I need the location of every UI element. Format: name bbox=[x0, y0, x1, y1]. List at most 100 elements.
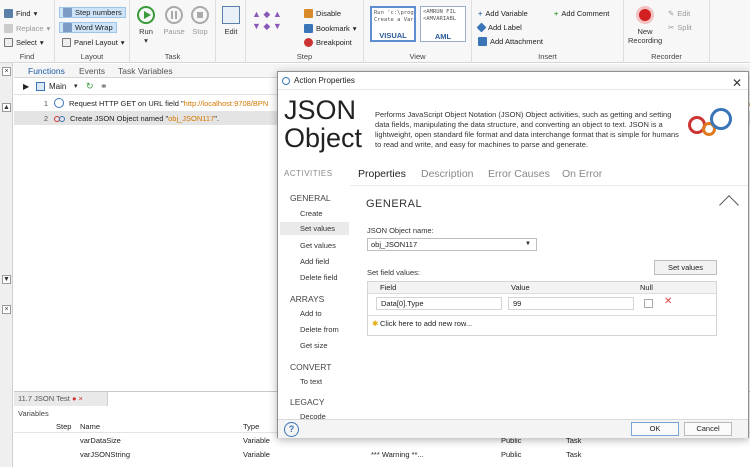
nav-delete-field[interactable]: Delete field bbox=[300, 273, 338, 282]
add-variable-button[interactable]: + Add Variable bbox=[478, 9, 528, 18]
split-button[interactable]: ✂ Split bbox=[668, 23, 692, 32]
task-group: Run ▾ Pause Stop Task bbox=[130, 0, 216, 63]
set-values-button[interactable]: Set values bbox=[654, 260, 717, 275]
tab-on-error[interactable]: On Error bbox=[562, 168, 602, 180]
new-recording-button[interactable]: New Recording bbox=[628, 6, 662, 45]
add-attachment-button[interactable]: Add Attachment bbox=[478, 37, 543, 46]
edit-pencil-icon bbox=[222, 6, 240, 24]
step-text: Request HTTP GET on URL field "http://lo… bbox=[69, 98, 269, 108]
activities-label: ACTIVITIES bbox=[284, 169, 333, 178]
find-button[interactable]: Find ▾ bbox=[4, 9, 37, 18]
column-value[interactable]: Value bbox=[511, 283, 530, 292]
var-type: Variable bbox=[243, 450, 270, 459]
help-icon[interactable]: ? bbox=[284, 422, 299, 437]
select-icon bbox=[4, 38, 13, 47]
tab-functions[interactable]: Functions bbox=[28, 66, 65, 76]
link-icon[interactable]: ⚭ bbox=[100, 81, 108, 92]
globe-icon bbox=[54, 98, 64, 108]
collapse-panel-icon[interactable]: × bbox=[2, 67, 11, 76]
panel-layout-button[interactable]: Panel Layout ▾ bbox=[62, 38, 125, 47]
column-null[interactable]: Null bbox=[640, 283, 653, 292]
bookmark-button[interactable]: Bookmark ▾ bbox=[304, 24, 357, 33]
visual-preview-text: Run 'c:\progr Create a Varia bbox=[374, 10, 416, 23]
insert-group: + Add Variable + Add Comment Add Label A… bbox=[472, 0, 624, 63]
nav-decode[interactable]: Decode bbox=[300, 412, 326, 419]
var-owner: Task bbox=[566, 450, 582, 459]
cancel-button[interactable]: Cancel bbox=[684, 422, 732, 436]
split-icon: ✂ bbox=[668, 23, 675, 32]
disable-icon bbox=[304, 9, 313, 18]
column-step[interactable]: Step bbox=[56, 422, 71, 431]
tag-icon bbox=[476, 22, 487, 33]
refresh-icon[interactable]: ↻ bbox=[86, 81, 94, 92]
visual-view-button[interactable]: Run 'c:\progr Create a Varia VISUAL bbox=[370, 6, 416, 42]
nav-set-values[interactable]: Set values bbox=[280, 222, 349, 235]
activities-nav: GENERAL Create Set values Get values Add… bbox=[278, 184, 349, 420]
column-type[interactable]: Type bbox=[243, 422, 259, 431]
pause-button[interactable]: Pause bbox=[160, 6, 188, 36]
tab-events[interactable]: Events bbox=[79, 66, 105, 76]
object-name-label: JSON Object name: bbox=[367, 226, 434, 235]
tab-description[interactable]: Description bbox=[421, 168, 474, 180]
json-object-icon bbox=[54, 115, 65, 122]
nav-create[interactable]: Create bbox=[300, 209, 323, 218]
task-tab[interactable]: 11.7 JSON Test ● × bbox=[14, 392, 108, 406]
nav-add-to[interactable]: Add to bbox=[300, 309, 322, 318]
step-text: Create JSON Object named "obj_JSON117". bbox=[70, 113, 220, 123]
tab-error-causes[interactable]: Error Causes bbox=[488, 168, 550, 180]
aml-label: AML bbox=[434, 31, 452, 41]
run-button[interactable]: Run ▾ bbox=[132, 6, 160, 45]
main-dropdown-icon[interactable]: ▾ bbox=[74, 82, 78, 90]
field-input[interactable]: Data[0].Type bbox=[376, 297, 502, 310]
layout-group-label: Layout bbox=[80, 52, 104, 61]
close-icon[interactable]: ✕ bbox=[732, 74, 742, 92]
step-numbers-toggle[interactable]: Step numbers bbox=[59, 7, 126, 18]
task-group-label: Task bbox=[164, 52, 181, 61]
delete-row-icon[interactable]: ✕ bbox=[664, 296, 672, 307]
word-wrap-toggle[interactable]: Word Wrap bbox=[59, 22, 117, 33]
action-heading: JSON Object bbox=[284, 95, 363, 153]
nav-add-field[interactable]: Add field bbox=[300, 257, 329, 266]
tab-properties[interactable]: Properties bbox=[358, 168, 406, 180]
stop-icon bbox=[191, 6, 209, 24]
var-name: varJSONString bbox=[80, 450, 131, 459]
add-row-prompt[interactable]: ✱ Click here to add new row... bbox=[368, 315, 716, 330]
replace-button[interactable]: Replace ▾ bbox=[4, 24, 50, 33]
collapse-chevron-icon[interactable] bbox=[719, 195, 739, 215]
edit-button[interactable]: Edit bbox=[217, 6, 245, 36]
nav-get-values[interactable]: Get values bbox=[300, 241, 336, 250]
recorder-edit-button[interactable]: ✎ Edit bbox=[668, 9, 690, 18]
aml-view-button[interactable]: <AMRUN FIL <AMVARIABL AML bbox=[420, 6, 466, 42]
scroll-down-icon[interactable]: ▼ bbox=[2, 275, 11, 284]
breakpoint-button[interactable]: Breakpoint bbox=[304, 38, 352, 47]
breakpoint-icon bbox=[304, 38, 313, 47]
select-button[interactable]: Select ▾ bbox=[4, 38, 44, 47]
object-name-dropdown[interactable]: obj_JSON117 ▼ bbox=[367, 238, 537, 251]
close-panel-icon[interactable]: × bbox=[2, 305, 11, 314]
binoculars-icon bbox=[4, 9, 13, 18]
tab-close-icon[interactable]: ● × bbox=[72, 394, 83, 403]
record-icon bbox=[636, 6, 654, 24]
ok-button[interactable]: OK bbox=[631, 422, 679, 436]
disable-button[interactable]: Disable bbox=[304, 9, 341, 18]
nav-get-size[interactable]: Get size bbox=[300, 341, 328, 350]
column-field[interactable]: Field bbox=[380, 283, 396, 292]
main-function-label[interactable]: Main bbox=[49, 82, 66, 91]
tab-task-variables[interactable]: Task Variables bbox=[118, 66, 173, 76]
value-input[interactable]: 99 bbox=[508, 297, 634, 310]
nav-to-text[interactable]: To text bbox=[300, 377, 322, 386]
edit-group: Edit bbox=[216, 0, 246, 63]
column-name[interactable]: Name bbox=[80, 422, 100, 431]
aml-preview-text: <AMRUN FIL <AMVARIABL bbox=[423, 9, 457, 22]
recorder-group: New Recording ✎ Edit ✂ Split Recorder bbox=[624, 0, 710, 63]
expand-arrow-icon[interactable]: ▶ bbox=[23, 82, 29, 91]
add-label-button[interactable]: Add Label bbox=[476, 22, 522, 33]
insert-group-label: Insert bbox=[538, 52, 557, 61]
scroll-up-icon[interactable]: ▲ bbox=[2, 103, 11, 112]
move-arrows-icon[interactable]: ▲ ◆ ▲ ▼ ◆ ▼ bbox=[252, 8, 298, 40]
add-comment-icon: + bbox=[554, 9, 559, 18]
null-checkbox[interactable] bbox=[644, 299, 653, 308]
stop-button[interactable]: Stop bbox=[186, 6, 214, 36]
nav-delete-from[interactable]: Delete from bbox=[300, 325, 339, 334]
add-comment-button[interactable]: + Add Comment bbox=[554, 9, 609, 18]
